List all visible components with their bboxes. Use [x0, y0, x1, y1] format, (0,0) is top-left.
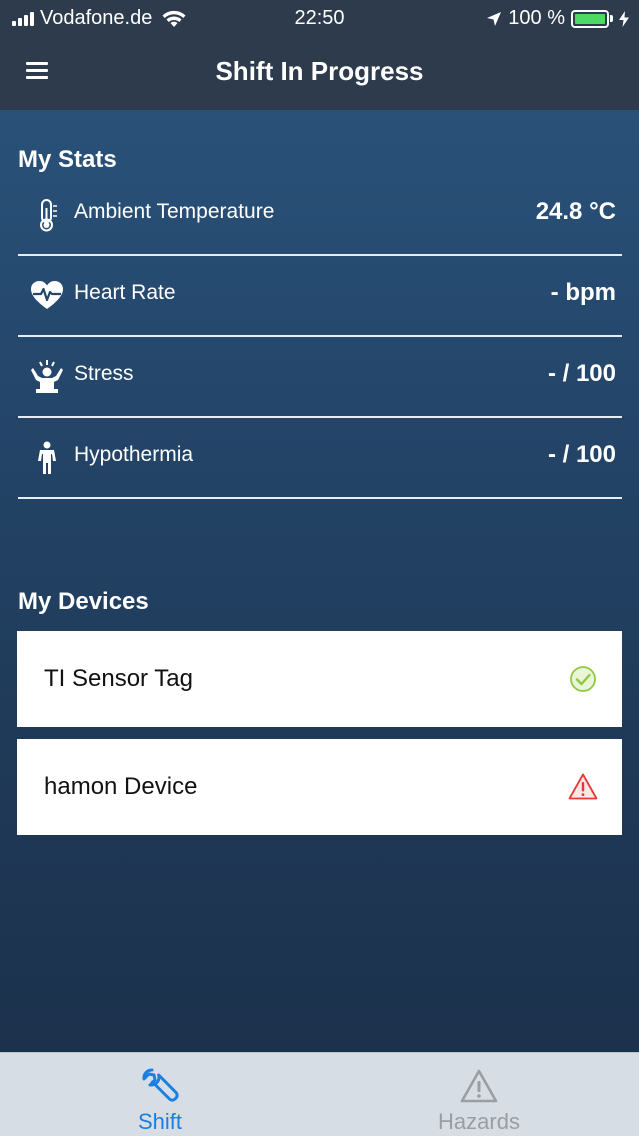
- stat-label: Stress: [74, 362, 134, 385]
- person-icon: [38, 441, 56, 474]
- stress-icon: [31, 360, 63, 393]
- my-stats-heading: My Stats: [18, 146, 117, 173]
- stat-value: - / 100: [547, 360, 616, 387]
- stat-row-heart-rate: Heart Rate - bpm: [18, 257, 622, 337]
- warning-triangle-icon: [568, 773, 598, 800]
- stat-label: Heart Rate: [74, 281, 176, 304]
- my-devices-heading: My Devices: [18, 588, 149, 615]
- location-arrow-icon: [487, 11, 502, 26]
- app-screen: Vodafone.de 22:50 100 % Shift In Progres…: [0, 0, 639, 1136]
- status-bar-right: 100 %: [486, 7, 629, 30]
- tab-bar: Shift Hazards: [0, 1052, 639, 1136]
- battery-icon: [571, 9, 613, 28]
- battery-percentage: 100 %: [508, 7, 565, 29]
- tab-label: Shift: [137, 1109, 183, 1134]
- tab-shift[interactable]: Shift: [60, 1053, 260, 1136]
- device-name: hamon Device: [44, 773, 198, 800]
- navigation-bar: Shift In Progress: [0, 36, 639, 110]
- tab-label: Hazards: [438, 1109, 520, 1134]
- stat-label: Hypothermia: [74, 443, 194, 466]
- wrench-icon: [142, 1068, 179, 1102]
- heart-rate-icon: [31, 281, 63, 309]
- checkmark-circle-icon: [570, 666, 596, 692]
- stat-value: - / 100: [547, 441, 616, 468]
- device-card-ti-sensor-tag[interactable]: TI Sensor Tag: [17, 631, 622, 727]
- stat-row-ambient-temperature: Ambient Temperature 24.8 °C: [18, 176, 622, 256]
- tab-hazards[interactable]: Hazards: [379, 1053, 579, 1136]
- stat-row-hypothermia: Hypothermia - / 100: [18, 419, 622, 499]
- charging-bolt-icon: [619, 10, 629, 27]
- warning-triangle-icon: [460, 1069, 498, 1103]
- battery-level-fill: [575, 13, 605, 24]
- stat-value: 24.8 °C: [535, 198, 616, 225]
- page-title: Shift In Progress: [215, 56, 424, 86]
- stat-label: Ambient Temperature: [74, 200, 275, 223]
- device-name: TI Sensor Tag: [44, 665, 193, 692]
- stat-row-stress: Stress - / 100: [18, 338, 622, 418]
- device-card-hamon-device[interactable]: hamon Device: [17, 739, 622, 835]
- stat-value: - bpm: [550, 279, 616, 306]
- status-bar: Vodafone.de 22:50 100 %: [0, 0, 639, 36]
- thermometer-icon: [40, 199, 57, 232]
